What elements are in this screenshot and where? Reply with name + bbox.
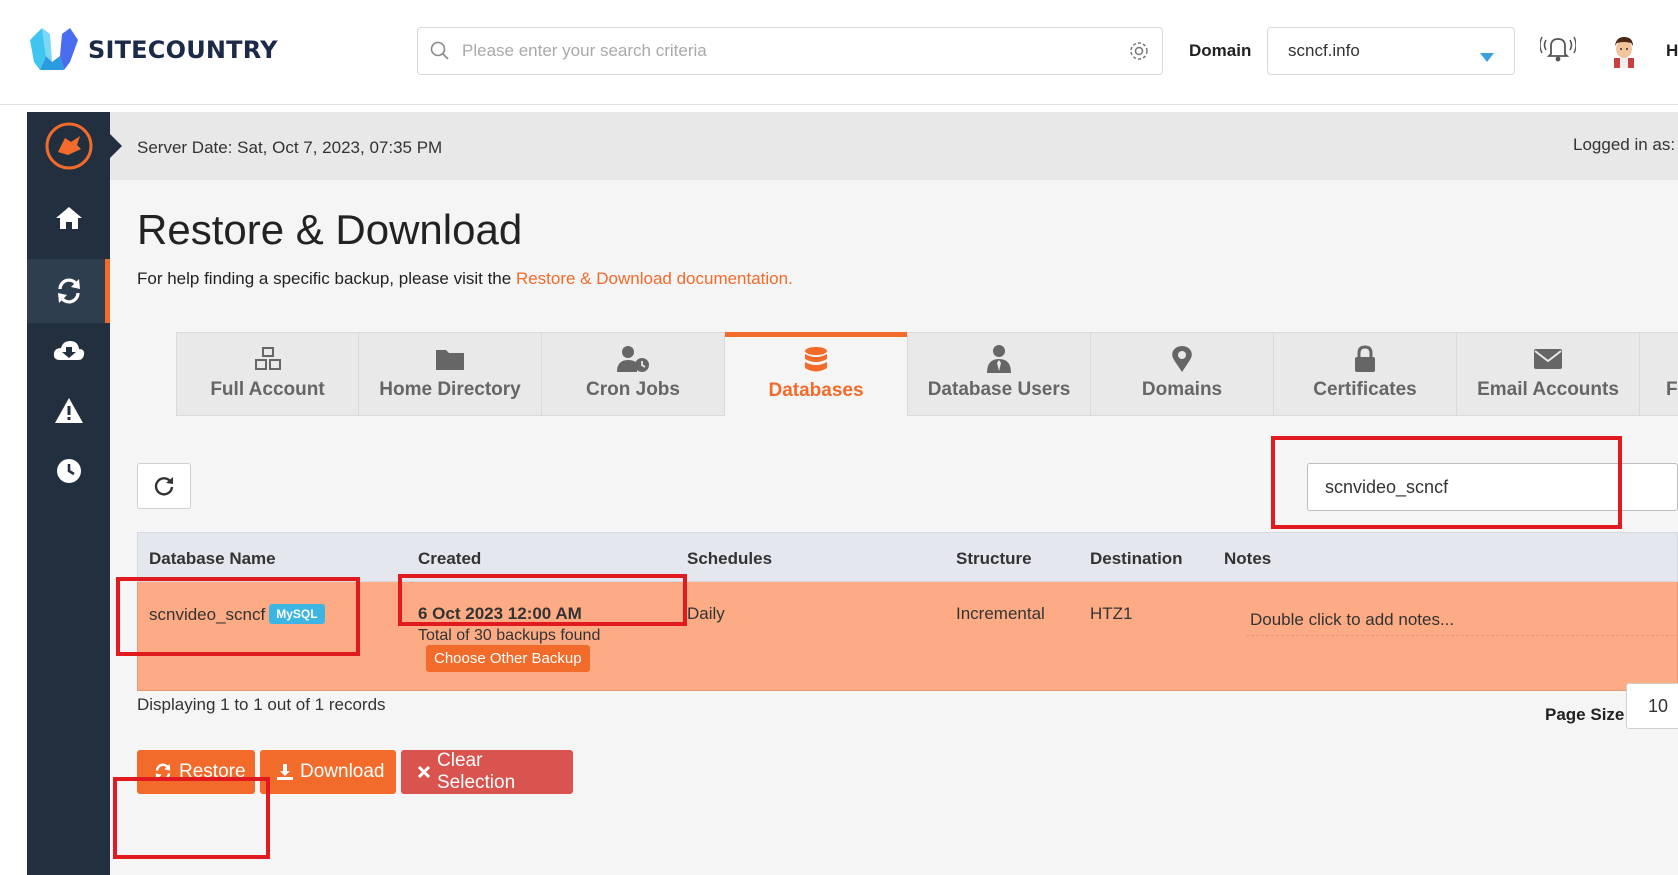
- server-date: Server Date: Sat, Oct 7, 2023, 07:35 PM: [137, 138, 443, 157]
- tab-label: Domains: [1141, 379, 1223, 400]
- table-row[interactable]: scnvideo_scncf MySQL 6 Oct 2023 12:00 AM …: [137, 582, 1678, 691]
- user-avatar[interactable]: [1606, 32, 1642, 68]
- page-size-value: 10: [1648, 695, 1669, 716]
- tab-home-directory[interactable]: Home Directory: [359, 332, 542, 416]
- backup-type-tabs: Full Account Home Directory Cron Jobs Da…: [176, 332, 1678, 416]
- created-date: 6 Oct 2023 12:00 AM: [418, 604, 582, 623]
- reload-icon: [154, 477, 174, 496]
- tab-cron-jobs[interactable]: Cron Jobs: [542, 332, 725, 416]
- help-text: For help finding a specific backup, plea…: [137, 269, 793, 289]
- tab-label: Databases: [768, 380, 864, 401]
- backups-table: Database Name Created Schedules Structur…: [137, 532, 1678, 691]
- folder-icon: [435, 345, 465, 373]
- sidebar-item-downloads[interactable]: [27, 319, 110, 383]
- domain-label: Domain: [1189, 41, 1252, 60]
- tab-label: Certificates: [1313, 379, 1417, 400]
- site-logo[interactable]: SITECOUNTRY: [26, 26, 278, 74]
- tab-databases[interactable]: Databases: [725, 332, 908, 416]
- global-search[interactable]: [417, 27, 1163, 75]
- restore-button[interactable]: Restore: [137, 750, 255, 794]
- documentation-link[interactable]: Restore & Download documentation.: [516, 269, 793, 288]
- warning-icon: [54, 398, 83, 423]
- column-header-notes[interactable]: Notes: [1224, 549, 1271, 569]
- download-icon: [276, 763, 294, 781]
- notes-field[interactable]: Double click to add notes...: [1246, 602, 1678, 636]
- user-clock-icon: [616, 345, 650, 373]
- column-header-database-name[interactable]: Database Name: [149, 549, 276, 569]
- tab-domains[interactable]: Domains: [1091, 332, 1274, 416]
- logo-mark-icon: [26, 26, 84, 74]
- clock-icon: [56, 459, 81, 483]
- domain-select[interactable]: scncf.info: [1267, 27, 1515, 75]
- refresh-icon: [153, 762, 173, 782]
- restore-label: Restore: [179, 761, 246, 782]
- clear-selection-button[interactable]: Clear Selection: [401, 750, 573, 794]
- sidebar-item-alerts[interactable]: [27, 379, 110, 443]
- cloud-download-icon: [53, 341, 84, 360]
- structure-value: Incremental: [956, 604, 1045, 623]
- brand-name: SITECOUNTRY: [88, 36, 278, 64]
- sidebar-item-history[interactable]: [27, 439, 110, 503]
- tab-full-account[interactable]: Full Account: [176, 332, 359, 416]
- top-header: SITECOUNTRY Domain scncf.info: [0, 0, 1678, 105]
- home-icon: [55, 207, 82, 229]
- tab-label: Full Account: [210, 379, 325, 400]
- help-text-prefix: For help finding a specific backup, plea…: [137, 269, 516, 288]
- column-header-schedules[interactable]: Schedules: [687, 549, 772, 569]
- map-pin-icon: [1171, 345, 1193, 373]
- lock-icon: [1353, 345, 1377, 373]
- tab-label: F: [1666, 379, 1678, 400]
- user-name[interactable]: H: [1666, 41, 1678, 61]
- table-header: Database Name Created Schedules Structur…: [137, 532, 1678, 582]
- database-name-cell: scnvideo_scncf MySQL: [149, 604, 325, 625]
- logged-in-label: Logged in as:: [1573, 135, 1676, 154]
- download-label: Download: [300, 761, 385, 782]
- column-header-destination[interactable]: Destination: [1090, 549, 1183, 569]
- domain-value: scncf.info: [1288, 41, 1360, 60]
- main-content: Server Date: Sat, Oct 7, 2023, 07:35 PM …: [110, 112, 1678, 875]
- tab-email-accounts[interactable]: Email Accounts: [1457, 332, 1640, 416]
- refresh-icon: [57, 278, 80, 304]
- search-input[interactable]: [462, 41, 1116, 61]
- cubes-icon: [253, 345, 283, 373]
- tab-more[interactable]: F: [1640, 332, 1678, 416]
- close-icon: [417, 765, 431, 779]
- sidebar-item-restore[interactable]: [27, 259, 110, 323]
- user-tie-icon: [986, 345, 1012, 373]
- caret-down-icon: [1480, 47, 1494, 67]
- choose-other-backup-button[interactable]: Choose Other Backup: [426, 645, 590, 672]
- sidebar: [27, 112, 110, 875]
- tab-label: Database Users: [927, 379, 1071, 400]
- page-size-select[interactable]: 10: [1626, 683, 1678, 729]
- fox-logo-icon: [45, 122, 92, 170]
- backups-found: Total of 30 backups found: [418, 627, 601, 644]
- sidebar-logo[interactable]: [27, 112, 110, 180]
- envelope-icon: [1533, 345, 1563, 373]
- datebar-arrow: [110, 134, 122, 158]
- tab-certificates[interactable]: Certificates: [1274, 332, 1457, 416]
- tab-label: Home Directory: [379, 379, 521, 400]
- page-size-label: Page Size: [1545, 705, 1625, 724]
- destination-value: HTZ1: [1090, 604, 1133, 623]
- page-title: Restore & Download: [137, 206, 523, 253]
- clear-selection-label: Clear Selection: [437, 750, 516, 793]
- download-button[interactable]: Download: [260, 750, 396, 794]
- sidebar-item-home[interactable]: [27, 186, 110, 250]
- tab-label: Cron Jobs: [586, 379, 680, 400]
- schedules-value: Daily: [687, 604, 725, 623]
- server-date-bar: Server Date: Sat, Oct 7, 2023, 07:35 PM …: [110, 112, 1678, 180]
- refresh-button[interactable]: [137, 463, 191, 509]
- search-icon: [418, 41, 462, 61]
- tab-database-users[interactable]: Database Users: [908, 332, 1091, 416]
- notification-bell-icon[interactable]: [1539, 32, 1577, 69]
- mysql-badge: MySQL: [269, 604, 325, 624]
- gear-icon[interactable]: [1116, 40, 1162, 62]
- database-icon: [803, 346, 829, 374]
- database-name: scnvideo_scncf: [149, 605, 266, 624]
- tab-label: Email Accounts: [1477, 379, 1619, 400]
- column-header-structure[interactable]: Structure: [956, 549, 1032, 569]
- column-header-created[interactable]: Created: [418, 549, 481, 569]
- database-filter-input[interactable]: [1307, 463, 1678, 511]
- records-count: Displaying 1 to 1 out of 1 records: [137, 695, 386, 714]
